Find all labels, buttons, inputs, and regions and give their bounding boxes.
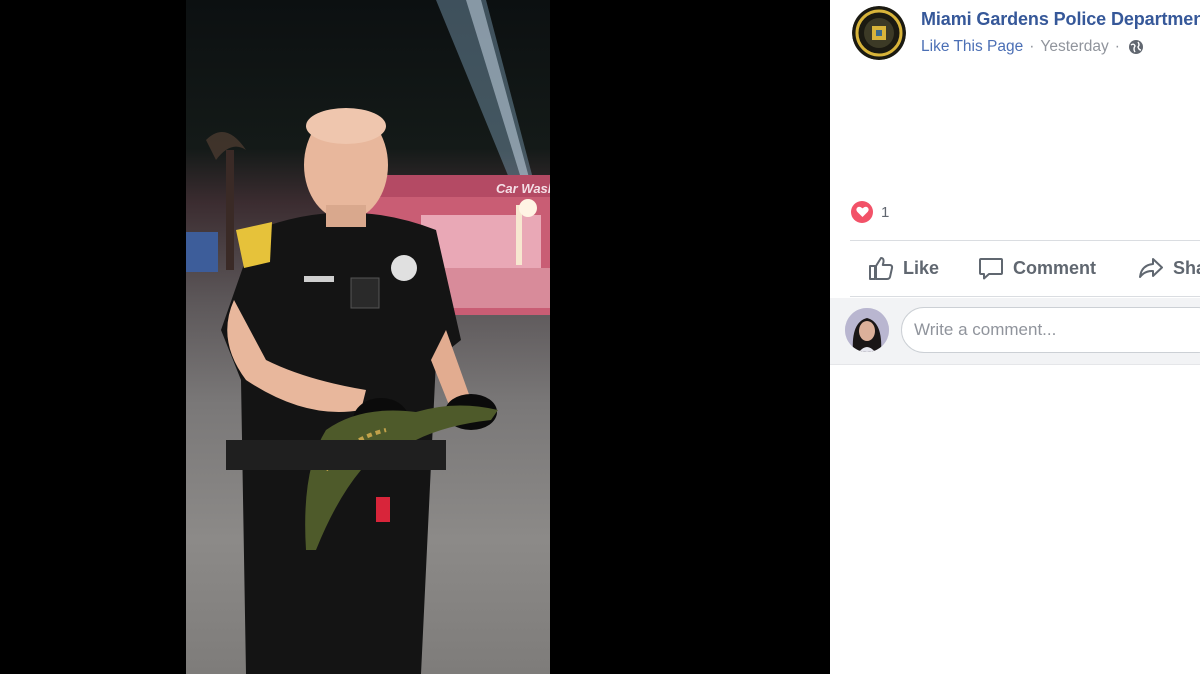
car-wash-wall bbox=[436, 268, 550, 308]
uniform-badge bbox=[391, 255, 417, 281]
comment-bubble-icon bbox=[979, 258, 1003, 280]
like-button[interactable]: Like bbox=[868, 250, 939, 286]
comment-button[interactable]: Comment bbox=[978, 250, 1096, 286]
officer-scalp bbox=[306, 108, 386, 144]
photo-viewer: Car Wash bbox=[0, 0, 830, 674]
meta-separator: · bbox=[1114, 38, 1120, 55]
user-profile-photo-icon bbox=[845, 308, 889, 352]
reaction-count: 1 bbox=[881, 203, 890, 221]
body-camera bbox=[350, 277, 380, 309]
police-badge-icon bbox=[852, 6, 906, 60]
reactions-summary[interactable]: 1 bbox=[851, 201, 889, 223]
name-tag bbox=[304, 276, 334, 282]
belt-tag bbox=[376, 497, 390, 522]
post-action-bar: Like Comment Share bbox=[868, 250, 1200, 286]
post-meta: Like This Page · Yesterday · bbox=[921, 38, 1144, 56]
like-label: Like bbox=[903, 257, 940, 278]
post-photo[interactable]: Car Wash bbox=[186, 0, 550, 674]
street-light bbox=[519, 199, 537, 217]
post-timestamp[interactable]: Yesterday bbox=[1040, 38, 1108, 56]
page-name-link[interactable]: Miami Gardens Police Department bbox=[921, 9, 1200, 30]
officer-neck bbox=[326, 205, 366, 227]
divider bbox=[850, 240, 1200, 241]
user-avatar[interactable] bbox=[845, 308, 889, 352]
duty-belt bbox=[226, 440, 446, 470]
comment-label: Comment bbox=[1013, 257, 1097, 278]
share-button[interactable]: Share bbox=[1138, 250, 1200, 286]
heart-icon bbox=[851, 201, 873, 223]
trash-bin bbox=[186, 232, 218, 272]
thumbs-up-icon bbox=[869, 257, 894, 280]
like-page-link[interactable]: Like This Page bbox=[921, 38, 1023, 56]
post-side-panel: Miami Gardens Police Department Like Thi… bbox=[830, 0, 1200, 674]
light-post bbox=[516, 205, 522, 265]
officer-photo-illustration: Car Wash bbox=[186, 0, 550, 674]
shoulder-patch bbox=[236, 222, 272, 268]
meta-separator: · bbox=[1029, 38, 1035, 55]
globe-icon[interactable] bbox=[1128, 39, 1144, 55]
page-avatar[interactable] bbox=[852, 6, 906, 60]
comment-composer bbox=[830, 298, 1200, 365]
tree-trunk bbox=[226, 150, 234, 270]
share-arrow-icon bbox=[1139, 258, 1163, 278]
car-wash-sign: Car Wash bbox=[496, 181, 550, 196]
comment-input[interactable] bbox=[901, 307, 1200, 353]
share-label: Share bbox=[1173, 257, 1200, 278]
divider bbox=[850, 296, 1200, 297]
